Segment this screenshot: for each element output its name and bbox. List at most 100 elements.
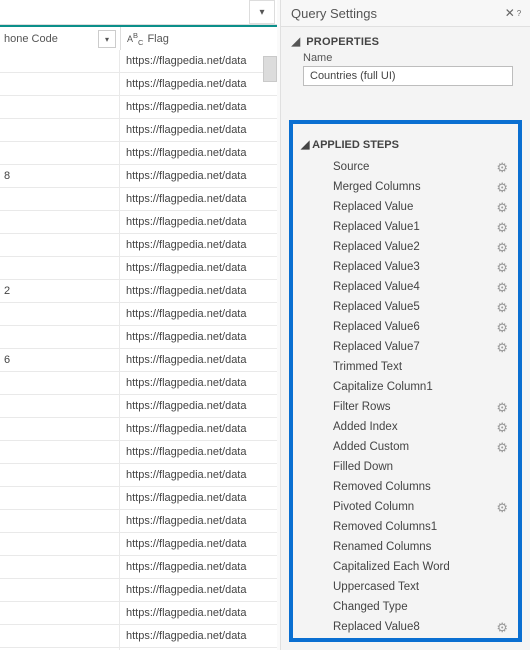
applied-step[interactable]: Removed Columns1	[299, 517, 512, 537]
table-row[interactable]: https://flagpedia.net/data	[0, 464, 277, 487]
table-row[interactable]: https://flagpedia.net/data	[0, 211, 277, 234]
applied-step[interactable]: Added Custom⚙	[299, 437, 512, 457]
column-header-flag[interactable]: ABC Flag	[121, 27, 277, 51]
cell-phone-code	[0, 579, 120, 601]
cell-flag-url: https://flagpedia.net/data	[120, 211, 277, 233]
applied-steps-list: Source⚙Merged Columns⚙Replaced Value⚙Rep…	[299, 157, 512, 637]
table-row[interactable]: https://flagpedia.net/data	[0, 188, 277, 211]
table-row[interactable]: https://flagpedia.net/data	[0, 510, 277, 533]
gear-icon[interactable]: ⚙	[496, 401, 508, 414]
cell-phone-code	[0, 211, 120, 233]
table-row[interactable]: https://flagpedia.net/data	[0, 257, 277, 280]
applied-step[interactable]: Added Index⚙	[299, 417, 512, 437]
applied-step[interactable]: Renamed Columns	[299, 537, 512, 557]
table-row[interactable]: https://flagpedia.net/data	[0, 234, 277, 257]
table-row[interactable]: https://flagpedia.net/data	[0, 602, 277, 625]
cell-flag-url: https://flagpedia.net/data	[120, 602, 277, 624]
gear-icon[interactable]: ⚙	[496, 501, 508, 514]
close-icon[interactable]: ✕?	[504, 4, 522, 22]
applied-step[interactable]: Capitalized Each Word	[299, 557, 512, 577]
applied-step[interactable]: Replaced Value5⚙	[299, 297, 512, 317]
cell-flag-url: https://flagpedia.net/data	[120, 73, 277, 95]
applied-step-label: Filter Rows	[333, 401, 391, 413]
applied-step[interactable]: Filled Down	[299, 457, 512, 477]
cell-phone-code	[0, 188, 120, 210]
applied-step[interactable]: Source⚙	[299, 157, 512, 177]
table-row[interactable]: 8https://flagpedia.net/data	[0, 165, 277, 188]
cell-phone-code	[0, 556, 120, 578]
applied-step[interactable]: Replaced Value7⚙	[299, 337, 512, 357]
gear-icon[interactable]: ⚙	[496, 421, 508, 434]
cell-phone-code	[0, 50, 120, 72]
table-row[interactable]: https://flagpedia.net/data	[0, 556, 277, 579]
vertical-scrollbar[interactable]	[263, 56, 277, 82]
applied-step[interactable]: Pivoted Column⚙	[299, 497, 512, 517]
applied-step[interactable]: Replaced Value⚙	[299, 197, 512, 217]
collapse-icon[interactable]: ◢	[301, 139, 309, 151]
table-row[interactable]: https://flagpedia.net/data	[0, 625, 277, 648]
cell-phone-code	[0, 510, 120, 532]
gear-icon[interactable]: ⚙	[496, 621, 508, 634]
table-row[interactable]: https://flagpedia.net/data	[0, 441, 277, 464]
applied-step[interactable]: Merged Columns⚙	[299, 177, 512, 197]
column-header-flag-label: Flag	[147, 33, 168, 45]
gear-icon[interactable]: ⚙	[496, 201, 508, 214]
applied-step[interactable]: Changed Type	[299, 597, 512, 617]
collapse-icon[interactable]: ◢	[291, 35, 301, 48]
gear-icon[interactable]: ⚙	[496, 441, 508, 454]
applied-step[interactable]: Capitalize Column1	[299, 377, 512, 397]
table-row[interactable]: https://flagpedia.net/data	[0, 372, 277, 395]
table-row[interactable]: https://flagpedia.net/data	[0, 303, 277, 326]
gear-icon[interactable]: ⚙	[496, 341, 508, 354]
table-row[interactable]: https://flagpedia.net/data	[0, 50, 277, 73]
applied-step[interactable]: Uppercased Text	[299, 577, 512, 597]
table-row[interactable]: 6https://flagpedia.net/data	[0, 349, 277, 372]
cell-flag-url: https://flagpedia.net/data	[120, 349, 277, 371]
query-name-input[interactable]	[303, 66, 513, 86]
cell-flag-url: https://flagpedia.net/data	[120, 119, 277, 141]
applied-step-label: Renamed Columns	[333, 541, 431, 553]
applied-step[interactable]: Trimmed Text	[299, 357, 512, 377]
gear-icon[interactable]: ⚙	[496, 301, 508, 314]
table-row[interactable]: https://flagpedia.net/data	[0, 142, 277, 165]
applied-step[interactable]: Removed Columns	[299, 477, 512, 497]
applied-step-label: Replaced Value2	[333, 241, 420, 253]
gear-icon[interactable]: ⚙	[496, 181, 508, 194]
formula-expand[interactable]: ▾	[249, 0, 275, 24]
table-row[interactable]: https://flagpedia.net/data	[0, 395, 277, 418]
applied-step-label: Replaced Value4	[333, 281, 420, 293]
table-row[interactable]: https://flagpedia.net/data	[0, 487, 277, 510]
gear-icon[interactable]: ⚙	[496, 241, 508, 254]
applied-step[interactable]: Replaced Value2 ⚙	[299, 237, 512, 257]
column-header-phone[interactable]: hone Code ▾	[0, 27, 120, 51]
table-row[interactable]: 2https://flagpedia.net/data	[0, 280, 277, 303]
applied-step[interactable]: Replaced Value3 ⚙	[299, 257, 512, 277]
table-row[interactable]: https://flagpedia.net/data	[0, 119, 277, 142]
applied-step[interactable]: Replaced Value1 ⚙	[299, 217, 512, 237]
table-row[interactable]: https://flagpedia.net/data	[0, 579, 277, 602]
gear-icon[interactable]: ⚙	[496, 281, 508, 294]
cell-flag-url: https://flagpedia.net/data	[120, 556, 277, 578]
applied-step-label: Replaced Value1	[333, 221, 420, 233]
gear-icon[interactable]: ⚙	[496, 161, 508, 174]
properties-heading: PROPERTIES	[306, 36, 379, 48]
applied-step-label: Replaced Value8	[333, 621, 420, 633]
applied-step[interactable]: Replaced Value8 ⚙	[299, 617, 512, 637]
data-table: ▾ hone Code ▾ ABC Flag https://flagpedia…	[0, 0, 277, 650]
filter-icon[interactable]: ▾	[98, 30, 116, 48]
table-row[interactable]: https://flagpedia.net/data	[0, 533, 277, 556]
applied-step[interactable]: Filter Rows ⚙	[299, 397, 512, 417]
applied-step[interactable]: Replaced Value4 ⚙	[299, 277, 512, 297]
table-row[interactable]: https://flagpedia.net/data	[0, 326, 277, 349]
gear-icon[interactable]: ⚙	[496, 261, 508, 274]
cell-flag-url: https://flagpedia.net/data	[120, 257, 277, 279]
cell-phone-code	[0, 441, 120, 463]
table-row[interactable]: https://flagpedia.net/data	[0, 96, 277, 119]
table-row[interactable]: https://flagpedia.net/data	[0, 418, 277, 441]
applied-step[interactable]: Replaced Value6⚙	[299, 317, 512, 337]
cell-flag-url: https://flagpedia.net/data	[120, 418, 277, 440]
applied-step-label: Replaced Value3	[333, 261, 420, 273]
table-row[interactable]: https://flagpedia.net/data	[0, 73, 277, 96]
gear-icon[interactable]: ⚙	[496, 321, 508, 334]
gear-icon[interactable]: ⚙	[496, 221, 508, 234]
